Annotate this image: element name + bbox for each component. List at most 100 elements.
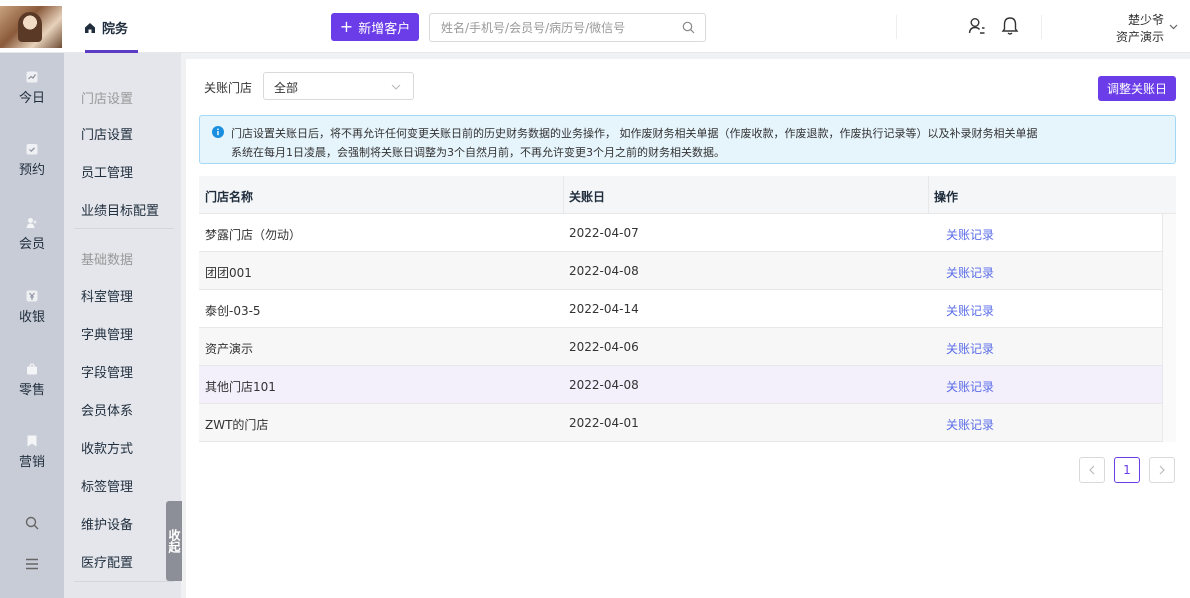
search-icon[interactable]	[25, 516, 39, 530]
closing-record-link[interactable]: 关账记录	[946, 302, 994, 319]
chart-icon	[26, 71, 38, 83]
nav-tab-hospital-affairs[interactable]: 院务	[84, 18, 128, 37]
user-store[interactable]: 资产演示	[1116, 28, 1164, 45]
column-header-action: 操作	[934, 190, 959, 204]
cell-closing-date: 2022-04-07	[569, 226, 639, 240]
closing-record-link[interactable]: 关账记录	[946, 264, 994, 281]
sidebar-item-cashier[interactable]: 收银	[0, 290, 64, 325]
cell-store: ZWT的门店	[205, 418, 269, 432]
bookmark-icon	[27, 435, 37, 447]
top-header: 院务 + 新增客户 楚少爷 资产演示	[0, 0, 1190, 53]
user-icon[interactable]	[968, 17, 986, 35]
members-icon	[26, 218, 37, 228]
filter-label: 关账门店	[204, 81, 253, 95]
sidebar-item-label: 今日	[18, 91, 45, 106]
sidebar-search[interactable]	[0, 516, 64, 530]
table-row: ZWT的门店 2022-04-01 关账记录	[199, 404, 1162, 442]
store-select[interactable]: 全部	[263, 72, 414, 100]
closing-record-link[interactable]: 关账记录	[946, 416, 994, 433]
sidebar-item-label: 零售	[18, 383, 45, 398]
notice-line-1: 门店设置关账日后，将不再允许任何变更关账日前的历史财务数据的业务操作， 如作废财…	[231, 127, 1038, 140]
cell-closing-date: 2022-04-14	[569, 302, 639, 316]
nav-tab-label: 院务	[102, 22, 129, 37]
submenu-divider	[74, 228, 174, 229]
submenu-item-department[interactable]: 科室管理	[81, 286, 133, 305]
sidebar-item-retail[interactable]: 零售	[0, 363, 64, 398]
sidebar-item-today[interactable]: 今日	[0, 71, 64, 106]
table-scrollbar[interactable]	[1162, 214, 1176, 442]
customer-search[interactable]	[429, 13, 706, 42]
search-icon[interactable]	[682, 21, 695, 34]
sidebar-item-members[interactable]: 会员	[0, 217, 64, 252]
add-customer-button[interactable]: + 新增客户	[331, 13, 419, 41]
closing-record-link[interactable]: 关账记录	[946, 378, 994, 395]
header-divider	[1041, 15, 1042, 39]
cell-store: 资产演示	[205, 342, 254, 356]
shopping-bag-icon	[27, 363, 37, 375]
sidebar-menu[interactable]	[0, 558, 64, 570]
closing-record-link[interactable]: 关账记录	[946, 226, 994, 243]
calendar-check-icon	[26, 144, 38, 155]
submenu-item-membership[interactable]: 会员体系	[81, 400, 133, 419]
pagination-page-button[interactable]: 1	[1114, 457, 1140, 483]
cell-closing-date: 2022-04-01	[569, 416, 639, 430]
cell-store: 泰创-03-5	[205, 304, 261, 318]
info-notice: 门店设置关账日后，将不再允许任何变更关账日前的历史财务数据的业务操作， 如作废财…	[199, 115, 1176, 164]
avatar[interactable]	[0, 6, 62, 48]
table-header: 门店名称 关账日 操作	[199, 176, 1176, 214]
pagination-prev-button[interactable]	[1079, 457, 1105, 483]
chevron-down-icon[interactable]	[1169, 22, 1178, 31]
submenu-item-tags[interactable]: 标签管理	[81, 476, 133, 495]
menu-icon[interactable]	[25, 558, 39, 570]
sidebar-item-label: 会员	[18, 237, 45, 252]
user-name[interactable]: 楚少爷	[1128, 11, 1164, 28]
add-customer-label: 新增客户	[358, 21, 411, 37]
cashier-icon	[26, 290, 38, 302]
submenu-item-staff[interactable]: 员工管理	[81, 162, 133, 181]
submenu-divider	[74, 581, 174, 582]
search-input[interactable]	[441, 20, 671, 36]
header-divider	[896, 15, 897, 39]
chevron-left-icon	[1089, 465, 1095, 475]
sidebar-item-appointment[interactable]: 预约	[0, 143, 64, 178]
cell-closing-date: 2022-04-06	[569, 340, 639, 354]
submenu-item-fields[interactable]: 字段管理	[81, 362, 133, 381]
table-row: 资产演示 2022-04-06 关账记录	[199, 328, 1162, 366]
info-icon	[212, 126, 224, 138]
sidebar-item-label: 收银	[18, 310, 45, 325]
chevron-down-icon	[391, 84, 401, 90]
column-separator	[928, 176, 929, 214]
cell-store: 其他门店101	[205, 380, 276, 394]
pagination-next-button[interactable]	[1149, 457, 1175, 483]
submenu-item-store-settings[interactable]: 门店设置	[81, 124, 133, 143]
primary-sidebar: 今日 预约 会员 收银 零售 营销	[0, 53, 64, 598]
adjust-closing-date-button[interactable]: 调整关账日	[1098, 76, 1176, 101]
home-icon	[85, 22, 95, 33]
sidebar-item-label: 预约	[18, 163, 45, 178]
plus-icon: +	[339, 17, 354, 36]
cell-store: 梦露门店（勿动）	[205, 228, 302, 242]
submenu-item-dictionary[interactable]: 字典管理	[81, 324, 133, 343]
store-select-value: 全部	[274, 81, 299, 95]
submenu-item-performance-target[interactable]: 业绩目标配置	[81, 200, 159, 219]
submenu-item-devices[interactable]: 维护设备	[81, 514, 133, 533]
notice-line-2: 系统在每月1日凌晨，会强制将关账日调整为3个自然月前，不再允许变更3个月之前的财…	[231, 146, 725, 159]
column-header-store: 门店名称	[205, 190, 254, 204]
bell-icon[interactable]	[1001, 16, 1019, 36]
secondary-sidebar: 门店设置 门店设置 员工管理 业绩目标配置 基础数据 科室管理 字典管理 字段管…	[64, 53, 181, 598]
table-row: 其他门店101 2022-04-08 关账记录	[199, 366, 1162, 404]
collapse-sidebar-button[interactable]: 收起	[166, 501, 182, 581]
cell-closing-date: 2022-04-08	[569, 378, 639, 392]
submenu-item-payment-methods[interactable]: 收款方式	[81, 438, 133, 457]
cell-closing-date: 2022-04-08	[569, 264, 639, 278]
submenu-group-basic-data: 基础数据	[81, 253, 134, 268]
closing-record-link[interactable]: 关账记录	[946, 340, 994, 357]
chevron-right-icon	[1159, 465, 1165, 475]
table-row: 梦露门店（勿动） 2022-04-07 关账记录	[199, 214, 1162, 252]
main-content: 关账门店 全部 调整关账日 门店设置关账日后，将不再允许任何变更关账日前的历史财…	[186, 59, 1190, 598]
submenu-item-medical-config[interactable]: 医疗配置	[81, 552, 133, 571]
cell-store: 团团001	[205, 266, 252, 280]
column-header-closing-date: 关账日	[569, 190, 606, 204]
table-row: 团团001 2022-04-08 关账记录	[199, 252, 1162, 290]
sidebar-item-marketing[interactable]: 营销	[0, 435, 64, 470]
